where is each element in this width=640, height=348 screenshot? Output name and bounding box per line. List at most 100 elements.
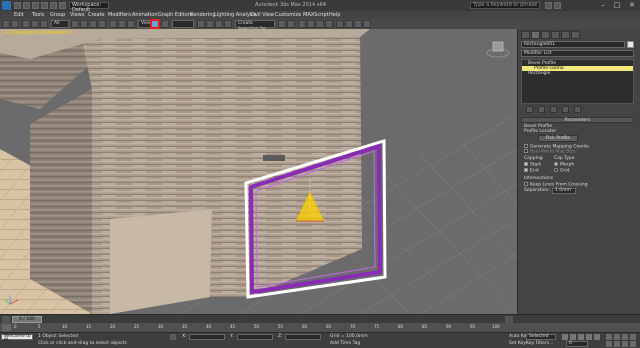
render-production-icon[interactable] bbox=[363, 20, 371, 28]
mirror-icon[interactable] bbox=[278, 20, 286, 28]
set-key-button[interactable]: Set Key bbox=[509, 341, 526, 347]
configure-modifier-sets-icon[interactable] bbox=[574, 106, 581, 113]
pick-profile-button[interactable]: Pick Profile bbox=[538, 135, 578, 142]
keep-lines-checkbox[interactable]: Keep Lines From Crossing bbox=[524, 182, 588, 188]
morph-radio[interactable]: Morph bbox=[554, 162, 574, 168]
viewport-label[interactable]: [+] [Perspective] [Realistic] bbox=[2, 30, 71, 36]
object-color-swatch[interactable] bbox=[627, 41, 634, 48]
parameters-rollout-title[interactable]: Parameters bbox=[521, 117, 634, 123]
maximize-viewport-icon[interactable] bbox=[630, 341, 636, 347]
prev-frame-icon[interactable] bbox=[2, 316, 10, 323]
track-bar[interactable]: 0 5 10 15 20 25 30 35 40 45 50 55 60 65 … bbox=[0, 323, 640, 332]
menu-maxscript[interactable]: MAXScript bbox=[303, 11, 329, 19]
menu-animation[interactable]: Animation bbox=[132, 11, 158, 19]
open-file-icon[interactable] bbox=[23, 2, 30, 9]
bind-to-space-warp-icon[interactable] bbox=[40, 20, 48, 28]
zoom-extents-all-icon[interactable] bbox=[630, 334, 636, 340]
angle-snap-icon[interactable] bbox=[206, 20, 214, 28]
spinner-snap-icon[interactable] bbox=[224, 20, 232, 28]
workspace-dropdown[interactable]: Workspace: Default bbox=[69, 2, 109, 13]
previous-frame-icon[interactable] bbox=[570, 334, 576, 340]
select-and-scale-icon[interactable] bbox=[127, 20, 135, 28]
select-by-name-icon[interactable] bbox=[80, 20, 88, 28]
search-input[interactable]: Type a keyword or phrase bbox=[470, 2, 540, 9]
menu-views[interactable]: Views bbox=[70, 11, 84, 19]
infocenter-icon[interactable] bbox=[545, 2, 552, 9]
y-coord-field[interactable] bbox=[237, 334, 273, 340]
current-frame-field[interactable]: 0 bbox=[566, 341, 588, 347]
remove-modifier-icon[interactable] bbox=[562, 106, 569, 113]
align-icon[interactable] bbox=[287, 20, 295, 28]
select-and-manipulate-icon[interactable] bbox=[161, 20, 169, 28]
start-checkbox[interactable]: Start bbox=[524, 162, 541, 168]
menu-civil-view[interactable]: Civil View bbox=[250, 11, 274, 19]
time-slider-handle[interactable]: 0 / 100 bbox=[12, 316, 42, 323]
show-end-result-icon[interactable] bbox=[538, 106, 545, 113]
motion-tab-icon[interactable] bbox=[551, 31, 560, 39]
rectangular-selection-icon[interactable] bbox=[89, 20, 97, 28]
zoom-all-icon[interactable] bbox=[614, 334, 620, 340]
curve-editor-icon[interactable] bbox=[316, 20, 324, 28]
modifier-stack[interactable]: Bevel Profile Profile Gizmo Rectangle bbox=[521, 59, 634, 104]
modifier-list-dropdown[interactable]: Modifier List bbox=[521, 50, 634, 57]
undo-icon[interactable] bbox=[2, 20, 10, 28]
lock-selection-icon[interactable] bbox=[170, 334, 176, 340]
go-to-start-icon[interactable] bbox=[562, 334, 568, 340]
select-and-move-icon[interactable] bbox=[109, 20, 117, 28]
menu-graph-editors[interactable]: Graph Editors bbox=[158, 11, 192, 19]
perspective-viewport[interactable]: [+] [Perspective] [Realistic] bbox=[0, 29, 517, 314]
menu-tools[interactable]: Tools bbox=[32, 11, 44, 19]
pan-view-icon[interactable] bbox=[614, 341, 620, 347]
select-and-rotate-icon[interactable] bbox=[118, 20, 126, 28]
percent-snap-icon[interactable] bbox=[215, 20, 223, 28]
project-folder-icon[interactable] bbox=[59, 2, 66, 9]
z-coord-field[interactable] bbox=[285, 334, 321, 340]
grid-radio[interactable]: Grid bbox=[554, 168, 569, 174]
unlink-icon[interactable] bbox=[31, 20, 39, 28]
menu-help[interactable]: Help bbox=[329, 11, 340, 19]
next-frame-icon[interactable] bbox=[505, 316, 513, 323]
create-tab-icon[interactable] bbox=[521, 31, 530, 39]
display-tab-icon[interactable] bbox=[561, 31, 570, 39]
maxscript-listener[interactable]: Welcome to M bbox=[1, 334, 33, 343]
key-mode-dropdown[interactable]: Selected bbox=[526, 334, 556, 340]
window-crossing-icon[interactable] bbox=[98, 20, 106, 28]
menu-group[interactable]: Group bbox=[50, 11, 65, 19]
snaps-toggle-icon[interactable] bbox=[197, 20, 205, 28]
separation-spinner[interactable]: 1.0mm bbox=[552, 188, 576, 194]
new-file-icon[interactable] bbox=[14, 2, 21, 9]
hierarchy-tab-icon[interactable] bbox=[541, 31, 550, 39]
app-logo-icon[interactable] bbox=[2, 1, 11, 10]
zoom-icon[interactable] bbox=[606, 334, 612, 340]
menu-modifiers[interactable]: Modifiers bbox=[108, 11, 131, 19]
graphite-ribbon-icon[interactable] bbox=[307, 20, 315, 28]
add-time-tag[interactable]: Add Time Tag bbox=[330, 341, 360, 347]
pin-stack-icon[interactable] bbox=[526, 106, 533, 113]
object-name-field[interactable]: Rectangle001 bbox=[521, 41, 625, 48]
schematic-view-icon[interactable] bbox=[325, 20, 333, 28]
field-of-view-icon[interactable] bbox=[606, 341, 612, 347]
mini-curve-editor-icon[interactable] bbox=[2, 324, 11, 331]
use-pivot-point-center-icon[interactable] bbox=[151, 20, 159, 28]
stack-item-rectangle[interactable]: Rectangle bbox=[522, 71, 633, 76]
named-selection-sets-dropdown[interactable]: Create Selection Se bbox=[235, 20, 275, 32]
select-object-icon[interactable] bbox=[71, 20, 79, 28]
redo-icon[interactable] bbox=[11, 20, 19, 28]
x-coord-field[interactable] bbox=[189, 334, 225, 340]
undo-icon[interactable] bbox=[41, 2, 48, 9]
menu-customize[interactable]: Customize bbox=[275, 11, 301, 19]
key-filters-button[interactable]: Key Filters... bbox=[526, 341, 553, 347]
rendered-frame-window-icon[interactable] bbox=[354, 20, 362, 28]
zoom-extents-icon[interactable] bbox=[622, 334, 628, 340]
redo-icon[interactable] bbox=[50, 2, 57, 9]
menu-rendering[interactable]: Rendering bbox=[190, 11, 216, 19]
material-editor-icon[interactable] bbox=[336, 20, 344, 28]
maximize-button[interactable]: □ bbox=[610, 0, 624, 10]
menu-create[interactable]: Create bbox=[88, 11, 105, 19]
selection-filter-dropdown[interactable]: All bbox=[51, 20, 69, 28]
next-frame-icon[interactable] bbox=[586, 334, 592, 340]
make-unique-icon[interactable] bbox=[550, 106, 557, 113]
close-button[interactable]: ✕ bbox=[625, 0, 639, 10]
select-and-link-icon[interactable] bbox=[22, 20, 30, 28]
help-icon[interactable] bbox=[554, 2, 561, 9]
